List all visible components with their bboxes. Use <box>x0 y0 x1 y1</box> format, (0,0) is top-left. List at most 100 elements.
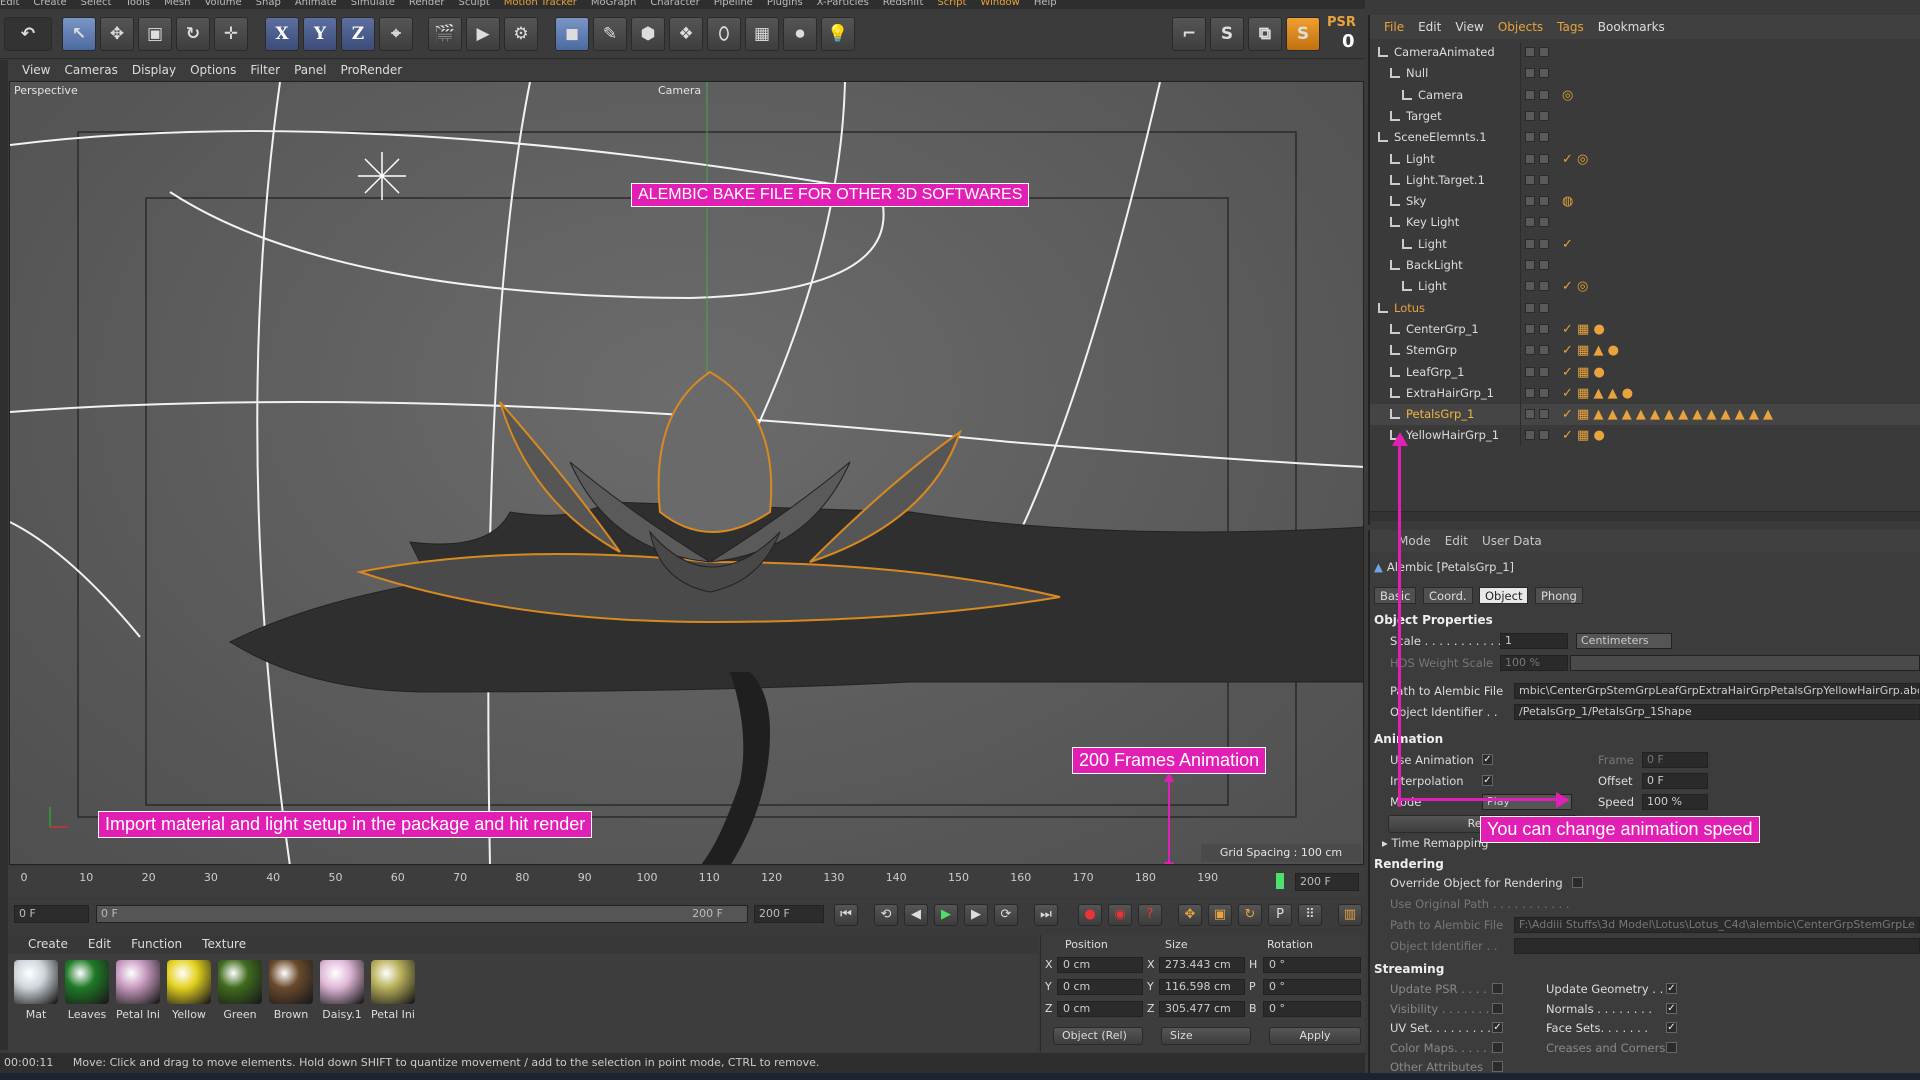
override-checkbox[interactable] <box>1572 877 1583 888</box>
object-visibility-flags[interactable] <box>1520 169 1558 191</box>
object-menu-tags[interactable]: Tags <box>1557 20 1584 34</box>
max-frame-field[interactable]: 200 F <box>754 905 824 923</box>
material-swatch[interactable]: Daisy.1 <box>318 960 366 1030</box>
viewport-menu-options[interactable]: Options <box>190 63 236 77</box>
object-row[interactable]: Light ✓ ◎ <box>1370 276 1920 298</box>
menu-mograph[interactable]: MoGraph <box>591 0 636 8</box>
material-menu-texture[interactable]: Texture <box>202 937 246 951</box>
material-swatch[interactable]: Green <box>216 960 264 1030</box>
attribute-menu-edit[interactable]: Edit <box>1445 534 1468 548</box>
stream-option-checkbox[interactable]: ✓ <box>1666 1022 1677 1033</box>
material-menu-create[interactable]: Create <box>28 937 68 951</box>
menu-character[interactable]: Character <box>650 0 699 8</box>
key-pla-icon[interactable]: ⠿ <box>1298 904 1322 926</box>
editor-visibility-dot[interactable] <box>1525 196 1535 207</box>
menu-x-particles[interactable]: X-Particles <box>817 0 869 8</box>
stream-option-checkbox[interactable]: ✓ <box>1492 1022 1503 1033</box>
tab-phong[interactable]: Phong <box>1535 587 1583 604</box>
render-visibility-dot[interactable] <box>1539 153 1549 164</box>
live-select-tool[interactable]: ↖ <box>62 17 96 51</box>
menu-redshift[interactable]: Redshift <box>883 0 924 8</box>
coord-rotation-field[interactable]: 0 ° <box>1263 957 1361 973</box>
stream-option-checkbox[interactable] <box>1492 983 1503 994</box>
material-swatch[interactable]: Leaves <box>63 960 111 1030</box>
range-slider[interactable]: 0 F 200 F <box>96 905 748 923</box>
material-menu-function[interactable]: Function <box>131 937 182 951</box>
material-swatch[interactable]: Mat <box>12 960 60 1030</box>
editor-visibility-dot[interactable] <box>1525 409 1535 420</box>
object-row[interactable]: Null <box>1370 63 1920 85</box>
snap-icon[interactable]: S <box>1210 17 1244 51</box>
rotate-tool[interactable]: ↻ <box>176 17 210 51</box>
render-visibility-dot[interactable] <box>1539 68 1549 79</box>
menu-edit[interactable]: Edit <box>0 0 19 8</box>
render-visibility-dot[interactable] <box>1539 387 1549 398</box>
editor-visibility-dot[interactable] <box>1525 345 1535 356</box>
stream-option-checkbox[interactable] <box>1492 1041 1503 1053</box>
editor-visibility-dot[interactable] <box>1525 217 1535 228</box>
use-anim-checkbox[interactable]: ✓ <box>1482 754 1493 765</box>
end-frame-field[interactable]: 200 F <box>1295 873 1359 891</box>
coord-size-select[interactable]: Size <box>1161 1027 1251 1045</box>
menu-motion-tracker[interactable]: Motion Tracker <box>504 0 577 8</box>
quantize-icon[interactable]: S <box>1286 17 1320 51</box>
render-visibility-dot[interactable] <box>1539 217 1549 228</box>
material-swatch[interactable]: Yellow <box>165 960 213 1030</box>
scale-unit-select[interactable]: Centimeters <box>1576 633 1672 649</box>
object-row[interactable]: BackLight <box>1370 255 1920 276</box>
record-keys-icon[interactable]: ● <box>1078 904 1102 926</box>
ident-field[interactable]: /PetalsGrp_1/PetalsGrp_1Shape <box>1514 704 1920 720</box>
move-tool[interactable]: ✥ <box>100 17 134 51</box>
object-visibility-flags[interactable] <box>1520 297 1558 319</box>
x-axis-lock[interactable]: X <box>265 17 299 51</box>
menu-help[interactable]: Help <box>1034 0 1057 8</box>
object-scrollbar[interactable] <box>1370 511 1920 521</box>
object-row[interactable]: YellowHairGrp_1 ✓ ▦ ● <box>1370 425 1920 447</box>
key-position-icon[interactable]: ✥ <box>1178 904 1202 926</box>
recent-tool[interactable]: ✛ <box>214 17 248 51</box>
menu-snap[interactable]: Snap <box>256 0 281 8</box>
camera-icon[interactable]: ⏺ <box>783 17 817 51</box>
object-visibility-flags[interactable] <box>1520 212 1558 234</box>
z-axis-lock[interactable]: Z <box>341 17 375 51</box>
current-frame-field[interactable]: 0 F <box>14 905 89 923</box>
menu-create[interactable]: Create <box>33 0 66 8</box>
viewport-perspective[interactable]: Perspective Camera ALEMBIC BAKE FILE FOR <box>9 81 1364 865</box>
coord-position-field[interactable]: 0 cm <box>1057 957 1143 973</box>
editor-visibility-dot[interactable] <box>1525 89 1535 100</box>
object-visibility-flags[interactable] <box>1520 404 1558 426</box>
menu-window[interactable]: Window <box>980 0 1019 8</box>
object-visibility-flags[interactable] <box>1520 191 1558 213</box>
editor-visibility-dot[interactable] <box>1525 260 1535 270</box>
object-row[interactable]: StemGrp ✓ ▦ ▲ ● <box>1370 340 1920 362</box>
render-visibility-dot[interactable] <box>1539 47 1549 57</box>
object-visibility-flags[interactable] <box>1520 84 1558 106</box>
stream-option-checkbox[interactable] <box>1492 1002 1503 1014</box>
undo-icon[interactable]: ↶ <box>4 17 52 51</box>
editor-visibility-dot[interactable] <box>1525 366 1535 377</box>
apply-button[interactable]: Apply <box>1269 1027 1361 1045</box>
coord-size-field[interactable]: 305.477 cm <box>1159 1001 1245 1017</box>
playhead[interactable] <box>1276 873 1284 889</box>
editor-visibility-dot[interactable] <box>1525 174 1535 185</box>
subdivision-icon[interactable]: ⬢ <box>631 17 665 51</box>
viewport-menu-cameras[interactable]: Cameras <box>64 63 117 77</box>
menu-pipeline[interactable]: Pipeline <box>714 0 753 8</box>
stream-option-checkbox[interactable] <box>1492 1061 1503 1072</box>
object-row[interactable]: Light.Target.1 <box>1370 169 1920 191</box>
object-visibility-flags[interactable] <box>1520 127 1558 149</box>
object-menu-bookmarks[interactable]: Bookmarks <box>1598 20 1665 34</box>
object-visibility-flags[interactable] <box>1520 148 1558 170</box>
y-axis-lock[interactable]: Y <box>303 17 337 51</box>
keyframe-selection-icon[interactable]: ? <box>1138 904 1162 926</box>
material-swatch[interactable]: Petal Ini <box>114 960 162 1030</box>
editor-visibility-dot[interactable] <box>1525 68 1535 79</box>
workplane-icon[interactable]: ⌐ <box>1172 17 1206 51</box>
object-menu-edit[interactable]: Edit <box>1418 20 1441 34</box>
scale-tool[interactable]: ▣ <box>138 17 172 51</box>
render-visibility-dot[interactable] <box>1539 366 1549 377</box>
object-row[interactable]: CameraAnimated <box>1370 42 1920 63</box>
coord-size-field[interactable]: 116.598 cm <box>1159 979 1245 995</box>
weight-field[interactable]: 100 % <box>1500 655 1568 671</box>
editor-visibility-dot[interactable] <box>1525 281 1535 292</box>
